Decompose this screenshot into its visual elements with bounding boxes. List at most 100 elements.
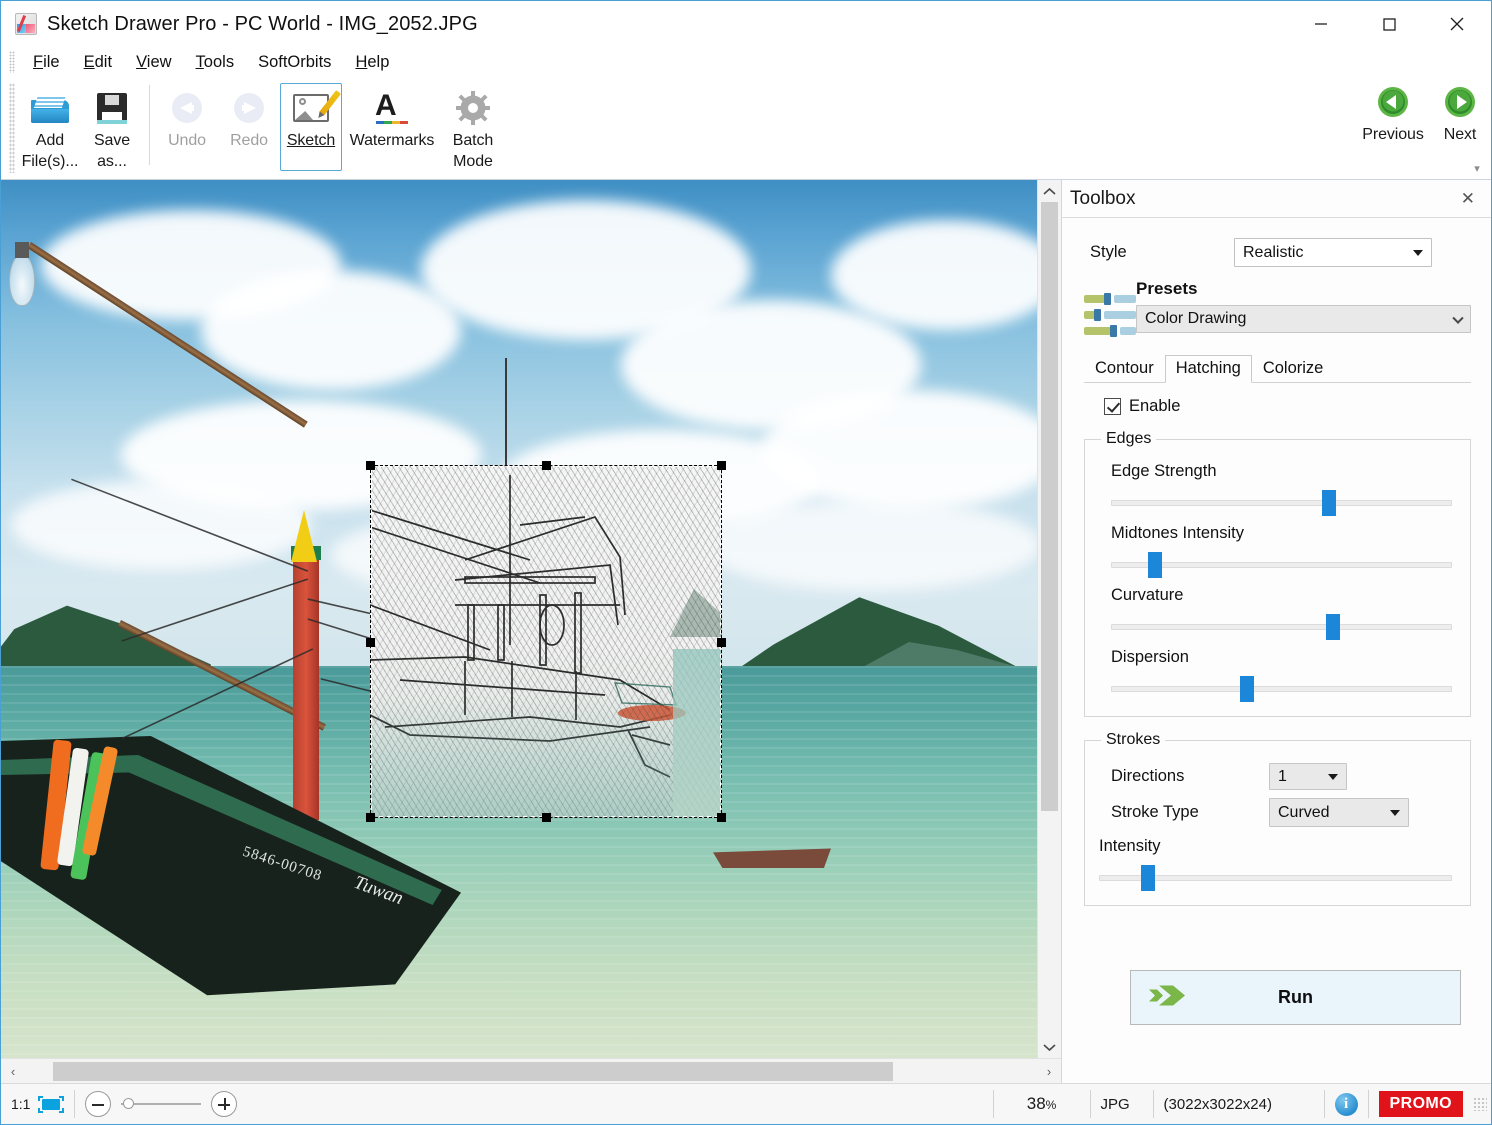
toolbar-separator-1: [149, 85, 150, 165]
sketch-label: Sketch: [287, 132, 335, 149]
info-icon[interactable]: i: [1335, 1093, 1358, 1116]
undo-button[interactable]: Undo: [156, 83, 218, 171]
intensity-label: Intensity: [1099, 837, 1452, 856]
toolbox-close-icon[interactable]: ✕: [1455, 187, 1481, 211]
menu-item-tools[interactable]: Tools: [184, 51, 247, 74]
toolbar-group-effects: Sketch A Watermarks: [280, 77, 504, 179]
menu-item-view[interactable]: View: [124, 51, 183, 74]
tab-colorize[interactable]: Colorize: [1252, 355, 1335, 383]
save-as-label-line1: Save: [94, 132, 130, 149]
canvas-area: 5846-00708 Tuwan: [1, 180, 1061, 1083]
toolbox-title: Toolbox: [1070, 188, 1136, 210]
edges-legend: Edges: [1101, 430, 1156, 448]
toolbox-header: Toolbox ✕: [1062, 180, 1491, 218]
toolbar-group-history: Undo Redo: [156, 77, 280, 179]
slider-thumb[interactable]: [1240, 676, 1254, 702]
slider-thumb[interactable]: [1141, 865, 1155, 891]
slider-thumb[interactable]: [1322, 490, 1336, 516]
redo-arrow-icon: [232, 88, 266, 128]
run-button[interactable]: Run: [1130, 970, 1461, 1025]
batch-label-line2: Mode: [453, 153, 493, 170]
toolbar-expand-icon[interactable]: ▾: [1469, 161, 1485, 175]
close-icon[interactable]: [1423, 1, 1491, 47]
directions-row: Directions 1: [1099, 763, 1456, 790]
tab-contour[interactable]: Contour: [1084, 355, 1165, 383]
toolbar-group-file: Add File(s)... Save as...: [19, 77, 143, 179]
zoom-percent-value: 38: [1027, 1094, 1046, 1113]
tab-hatching[interactable]: Hatching: [1165, 355, 1252, 383]
horizontal-scroll-track[interactable]: [25, 1061, 1037, 1082]
promo-badge[interactable]: PROMO: [1379, 1091, 1463, 1117]
horizontal-scroll-thumb[interactable]: [53, 1062, 893, 1081]
edge-strength-slider[interactable]: [1111, 490, 1452, 516]
presets-dropdown[interactable]: Color Drawing: [1136, 305, 1471, 333]
window-controls: [1287, 1, 1491, 47]
slider-thumb[interactable]: [1326, 614, 1340, 640]
intensity-slider[interactable]: [1099, 865, 1452, 891]
zoom-in-icon[interactable]: [211, 1091, 237, 1117]
slider-track[interactable]: [1111, 500, 1452, 506]
zoom-slider-thumb[interactable]: [123, 1098, 134, 1109]
curvature-block: Curvature: [1099, 586, 1456, 640]
scroll-right-icon[interactable]: ›: [1037, 1064, 1061, 1079]
save-as-button[interactable]: Save as...: [81, 83, 143, 173]
canvas-vertical-scrollbar[interactable]: [1037, 180, 1061, 1058]
intensity-block: Intensity: [1099, 837, 1456, 891]
zoom-out-icon[interactable]: [85, 1091, 111, 1117]
midtones-intensity-slider[interactable]: [1111, 552, 1452, 578]
style-dropdown[interactable]: Realistic: [1234, 238, 1432, 267]
image-canvas[interactable]: 5846-00708 Tuwan: [1, 180, 1037, 1058]
slider-thumb[interactable]: [1148, 552, 1162, 578]
menu-item-file[interactable]: File: [21, 51, 72, 74]
redo-button[interactable]: Redo: [218, 83, 280, 171]
next-button[interactable]: Next: [1429, 77, 1491, 165]
menu-item-help[interactable]: Help: [343, 51, 401, 74]
window-title: Sketch Drawer Pro - PC World - IMG_2052.…: [47, 13, 478, 36]
zoom-controls: [75, 1091, 237, 1117]
vertical-scroll-track[interactable]: [1038, 202, 1061, 1036]
menu-item-softorbits[interactable]: SoftOrbits: [246, 51, 343, 74]
stroke-type-dropdown[interactable]: Curved: [1269, 798, 1409, 827]
enable-checkbox[interactable]: [1104, 398, 1121, 415]
maximize-icon[interactable]: [1355, 1, 1423, 47]
curvature-slider[interactable]: [1111, 614, 1452, 640]
floppy-disk-icon: [97, 88, 127, 128]
zoom-percent-cell: 38%: [994, 1084, 1090, 1125]
slider-track[interactable]: [1111, 686, 1452, 692]
toolbox-panel: Toolbox ✕ Style Realistic: [1061, 180, 1491, 1083]
scroll-up-icon[interactable]: [1038, 180, 1061, 202]
strokes-legend: Strokes: [1101, 731, 1165, 749]
slider-track[interactable]: [1111, 624, 1452, 630]
canvas-horizontal-scrollbar[interactable]: ‹ ›: [1, 1058, 1061, 1083]
menu-item-edit[interactable]: Edit: [72, 51, 124, 74]
minimize-icon[interactable]: [1287, 1, 1355, 47]
watermarks-label: Watermarks: [350, 130, 435, 151]
resize-grip-icon[interactable]: [1473, 1097, 1487, 1111]
vertical-scroll-thumb[interactable]: [1041, 202, 1058, 811]
zoom-slider-track[interactable]: [121, 1103, 201, 1105]
directions-dropdown[interactable]: 1: [1269, 763, 1347, 790]
previous-button[interactable]: Previous: [1357, 77, 1429, 165]
add-files-button[interactable]: Add File(s)...: [19, 83, 81, 173]
fit-to-window-icon[interactable]: [38, 1096, 64, 1113]
toolbar: Add File(s)... Save as...: [1, 77, 1491, 180]
stroke-type-label: Stroke Type: [1111, 803, 1269, 822]
add-files-label-line2: File(s)...: [22, 153, 79, 170]
batch-mode-button[interactable]: Batch Mode: [442, 83, 504, 173]
presets-label: Presets: [1136, 279, 1471, 299]
gear-icon: [456, 88, 490, 128]
title-bar: Sketch Drawer Pro - PC World - IMG_2052.…: [1, 1, 1491, 47]
dispersion-block: Dispersion: [1099, 648, 1456, 702]
dispersion-slider[interactable]: [1111, 676, 1452, 702]
previous-label: Previous: [1362, 124, 1423, 145]
strokes-group: Strokes Directions 1 Stroke Type Curved: [1084, 731, 1471, 906]
watermarks-button[interactable]: A Watermarks: [342, 83, 442, 171]
edge-strength-block: Edge Strength: [1099, 462, 1456, 516]
scroll-left-icon[interactable]: ‹: [1, 1064, 25, 1079]
chevron-down-icon: [1413, 250, 1423, 256]
sketch-button[interactable]: Sketch: [280, 83, 342, 171]
app-sketch-icon: [15, 13, 37, 35]
scroll-down-icon[interactable]: [1038, 1036, 1061, 1058]
menu-bar: File Edit View Tools SoftOrbits Help: [1, 47, 1491, 77]
directions-label: Directions: [1111, 767, 1269, 786]
